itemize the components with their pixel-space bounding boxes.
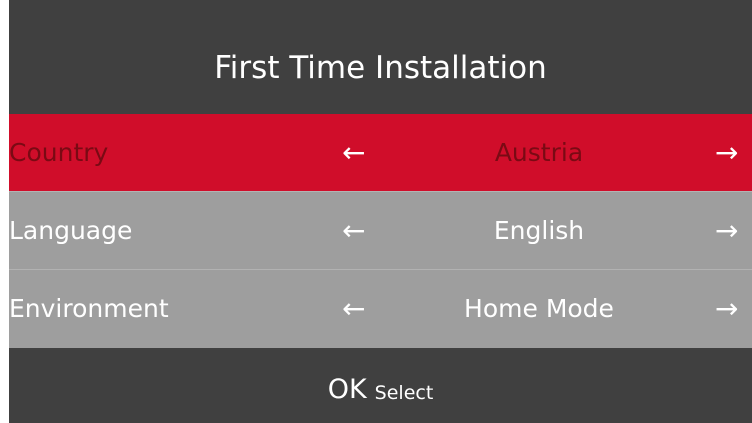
arrow-right-icon[interactable]: →: [715, 114, 738, 192]
setting-row-language[interactable]: Language ← English →: [9, 192, 752, 270]
setting-label: Language: [9, 216, 133, 245]
ok-key-label: OK: [327, 374, 367, 405]
arrow-right-icon[interactable]: →: [715, 192, 738, 270]
arrow-left-icon[interactable]: ←: [342, 114, 365, 192]
settings-list: Country ← Austria → Language ← English →…: [9, 114, 752, 348]
footer-hint: OK Select: [9, 348, 752, 423]
arrow-left-icon[interactable]: ←: [342, 192, 365, 270]
setting-label: Environment: [9, 294, 169, 323]
tv-menu-screen: First Time Installation Country ← Austri…: [9, 0, 752, 423]
setting-value: Home Mode: [464, 294, 614, 323]
setting-row-country[interactable]: Country ← Austria →: [9, 114, 752, 192]
arrow-right-icon[interactable]: →: [715, 270, 738, 348]
menu-title: First Time Installation: [214, 50, 547, 86]
setting-label: Country: [9, 138, 109, 167]
setting-row-environment[interactable]: Environment ← Home Mode →: [9, 270, 752, 348]
arrow-left-icon[interactable]: ←: [342, 270, 365, 348]
setting-value: Austria: [494, 138, 584, 167]
setting-value: English: [493, 216, 585, 245]
ok-action-label: Select: [374, 381, 434, 404]
